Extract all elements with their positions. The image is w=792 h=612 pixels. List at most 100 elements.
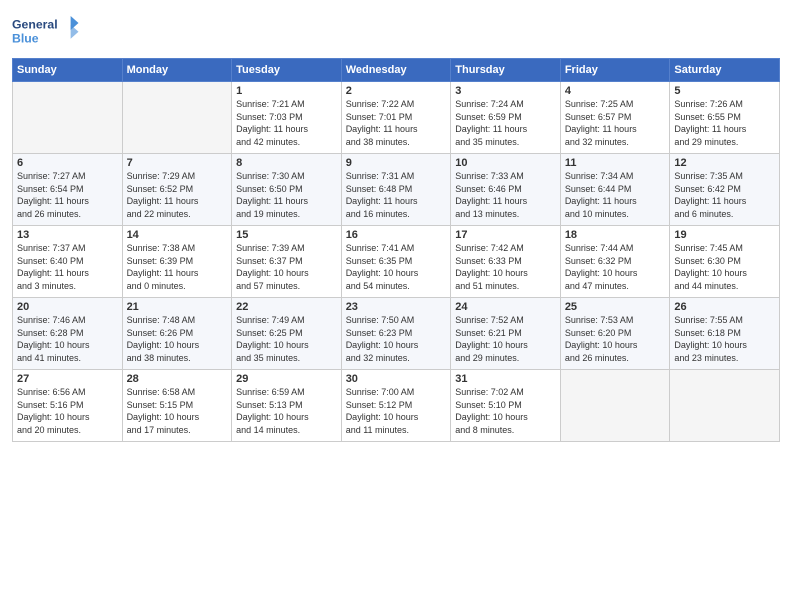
day-info: Sunrise: 7:52 AM Sunset: 6:21 PM Dayligh… xyxy=(455,314,556,364)
svg-text:General: General xyxy=(12,17,58,31)
day-number: 4 xyxy=(565,85,666,97)
day-number: 7 xyxy=(127,157,228,169)
day-info: Sunrise: 7:42 AM Sunset: 6:33 PM Dayligh… xyxy=(455,242,556,292)
day-info: Sunrise: 7:00 AM Sunset: 5:12 PM Dayligh… xyxy=(346,386,447,436)
day-number: 2 xyxy=(346,85,447,97)
day-info: Sunrise: 7:26 AM Sunset: 6:55 PM Dayligh… xyxy=(674,98,775,148)
calendar-cell: 30Sunrise: 7:00 AM Sunset: 5:12 PM Dayli… xyxy=(341,370,451,442)
logo-svg: General Blue xyxy=(12,10,82,50)
day-info: Sunrise: 7:50 AM Sunset: 6:23 PM Dayligh… xyxy=(346,314,447,364)
day-info: Sunrise: 7:24 AM Sunset: 6:59 PM Dayligh… xyxy=(455,98,556,148)
calendar-cell: 16Sunrise: 7:41 AM Sunset: 6:35 PM Dayli… xyxy=(341,226,451,298)
week-row: 6Sunrise: 7:27 AM Sunset: 6:54 PM Daylig… xyxy=(13,154,780,226)
calendar-cell: 13Sunrise: 7:37 AM Sunset: 6:40 PM Dayli… xyxy=(13,226,123,298)
day-number: 9 xyxy=(346,157,447,169)
day-number: 13 xyxy=(17,229,118,241)
day-number: 14 xyxy=(127,229,228,241)
calendar-table: SundayMondayTuesdayWednesdayThursdayFrid… xyxy=(12,58,780,442)
day-info: Sunrise: 7:02 AM Sunset: 5:10 PM Dayligh… xyxy=(455,386,556,436)
day-number: 12 xyxy=(674,157,775,169)
day-info: Sunrise: 7:46 AM Sunset: 6:28 PM Dayligh… xyxy=(17,314,118,364)
day-info: Sunrise: 7:49 AM Sunset: 6:25 PM Dayligh… xyxy=(236,314,337,364)
calendar-cell: 8Sunrise: 7:30 AM Sunset: 6:50 PM Daylig… xyxy=(232,154,342,226)
day-info: Sunrise: 7:37 AM Sunset: 6:40 PM Dayligh… xyxy=(17,242,118,292)
day-info: Sunrise: 6:56 AM Sunset: 5:16 PM Dayligh… xyxy=(17,386,118,436)
calendar-cell: 9Sunrise: 7:31 AM Sunset: 6:48 PM Daylig… xyxy=(341,154,451,226)
calendar-cell: 5Sunrise: 7:26 AM Sunset: 6:55 PM Daylig… xyxy=(670,82,780,154)
day-info: Sunrise: 7:53 AM Sunset: 6:20 PM Dayligh… xyxy=(565,314,666,364)
calendar-cell: 22Sunrise: 7:49 AM Sunset: 6:25 PM Dayli… xyxy=(232,298,342,370)
calendar-cell: 29Sunrise: 6:59 AM Sunset: 5:13 PM Dayli… xyxy=(232,370,342,442)
day-number: 23 xyxy=(346,301,447,313)
day-number: 15 xyxy=(236,229,337,241)
week-row: 20Sunrise: 7:46 AM Sunset: 6:28 PM Dayli… xyxy=(13,298,780,370)
day-header-monday: Monday xyxy=(122,59,232,82)
day-number: 29 xyxy=(236,373,337,385)
header: General Blue xyxy=(12,10,780,50)
day-info: Sunrise: 7:29 AM Sunset: 6:52 PM Dayligh… xyxy=(127,170,228,220)
calendar-cell xyxy=(670,370,780,442)
calendar-cell: 14Sunrise: 7:38 AM Sunset: 6:39 PM Dayli… xyxy=(122,226,232,298)
calendar-cell: 19Sunrise: 7:45 AM Sunset: 6:30 PM Dayli… xyxy=(670,226,780,298)
day-info: Sunrise: 7:41 AM Sunset: 6:35 PM Dayligh… xyxy=(346,242,447,292)
day-number: 18 xyxy=(565,229,666,241)
calendar-cell: 15Sunrise: 7:39 AM Sunset: 6:37 PM Dayli… xyxy=(232,226,342,298)
week-row: 27Sunrise: 6:56 AM Sunset: 5:16 PM Dayli… xyxy=(13,370,780,442)
day-info: Sunrise: 7:45 AM Sunset: 6:30 PM Dayligh… xyxy=(674,242,775,292)
calendar-cell: 10Sunrise: 7:33 AM Sunset: 6:46 PM Dayli… xyxy=(451,154,561,226)
day-number: 24 xyxy=(455,301,556,313)
day-number: 30 xyxy=(346,373,447,385)
day-header-saturday: Saturday xyxy=(670,59,780,82)
calendar-cell: 1Sunrise: 7:21 AM Sunset: 7:03 PM Daylig… xyxy=(232,82,342,154)
calendar-cell: 27Sunrise: 6:56 AM Sunset: 5:16 PM Dayli… xyxy=(13,370,123,442)
calendar-cell: 2Sunrise: 7:22 AM Sunset: 7:01 PM Daylig… xyxy=(341,82,451,154)
day-info: Sunrise: 7:30 AM Sunset: 6:50 PM Dayligh… xyxy=(236,170,337,220)
day-number: 26 xyxy=(674,301,775,313)
calendar-cell: 28Sunrise: 6:58 AM Sunset: 5:15 PM Dayli… xyxy=(122,370,232,442)
calendar-cell: 12Sunrise: 7:35 AM Sunset: 6:42 PM Dayli… xyxy=(670,154,780,226)
day-number: 22 xyxy=(236,301,337,313)
day-info: Sunrise: 7:31 AM Sunset: 6:48 PM Dayligh… xyxy=(346,170,447,220)
calendar-cell: 26Sunrise: 7:55 AM Sunset: 6:18 PM Dayli… xyxy=(670,298,780,370)
calendar-cell: 20Sunrise: 7:46 AM Sunset: 6:28 PM Dayli… xyxy=(13,298,123,370)
calendar-cell xyxy=(560,370,670,442)
day-info: Sunrise: 7:55 AM Sunset: 6:18 PM Dayligh… xyxy=(674,314,775,364)
calendar-cell: 4Sunrise: 7:25 AM Sunset: 6:57 PM Daylig… xyxy=(560,82,670,154)
calendar-cell: 24Sunrise: 7:52 AM Sunset: 6:21 PM Dayli… xyxy=(451,298,561,370)
day-header-friday: Friday xyxy=(560,59,670,82)
day-info: Sunrise: 7:39 AM Sunset: 6:37 PM Dayligh… xyxy=(236,242,337,292)
day-header-wednesday: Wednesday xyxy=(341,59,451,82)
day-info: Sunrise: 7:33 AM Sunset: 6:46 PM Dayligh… xyxy=(455,170,556,220)
header-row: SundayMondayTuesdayWednesdayThursdayFrid… xyxy=(13,59,780,82)
day-number: 10 xyxy=(455,157,556,169)
week-row: 1Sunrise: 7:21 AM Sunset: 7:03 PM Daylig… xyxy=(13,82,780,154)
day-info: Sunrise: 7:22 AM Sunset: 7:01 PM Dayligh… xyxy=(346,98,447,148)
day-number: 27 xyxy=(17,373,118,385)
calendar-cell: 31Sunrise: 7:02 AM Sunset: 5:10 PM Dayli… xyxy=(451,370,561,442)
svg-text:Blue: Blue xyxy=(12,31,39,45)
day-number: 11 xyxy=(565,157,666,169)
day-number: 19 xyxy=(674,229,775,241)
logo: General Blue xyxy=(12,10,82,50)
day-number: 21 xyxy=(127,301,228,313)
day-number: 20 xyxy=(17,301,118,313)
calendar-cell: 17Sunrise: 7:42 AM Sunset: 6:33 PM Dayli… xyxy=(451,226,561,298)
calendar-cell: 7Sunrise: 7:29 AM Sunset: 6:52 PM Daylig… xyxy=(122,154,232,226)
week-row: 13Sunrise: 7:37 AM Sunset: 6:40 PM Dayli… xyxy=(13,226,780,298)
day-info: Sunrise: 7:48 AM Sunset: 6:26 PM Dayligh… xyxy=(127,314,228,364)
day-number: 1 xyxy=(236,85,337,97)
day-number: 25 xyxy=(565,301,666,313)
day-info: Sunrise: 6:58 AM Sunset: 5:15 PM Dayligh… xyxy=(127,386,228,436)
calendar-cell xyxy=(13,82,123,154)
day-header-tuesday: Tuesday xyxy=(232,59,342,82)
calendar-cell: 11Sunrise: 7:34 AM Sunset: 6:44 PM Dayli… xyxy=(560,154,670,226)
day-number: 31 xyxy=(455,373,556,385)
calendar-cell: 6Sunrise: 7:27 AM Sunset: 6:54 PM Daylig… xyxy=(13,154,123,226)
calendar-cell: 21Sunrise: 7:48 AM Sunset: 6:26 PM Dayli… xyxy=(122,298,232,370)
day-info: Sunrise: 7:21 AM Sunset: 7:03 PM Dayligh… xyxy=(236,98,337,148)
day-header-sunday: Sunday xyxy=(13,59,123,82)
calendar-container: General Blue SundayMondayTuesdayWednesda… xyxy=(0,0,792,450)
day-number: 5 xyxy=(674,85,775,97)
day-header-thursday: Thursday xyxy=(451,59,561,82)
day-info: Sunrise: 6:59 AM Sunset: 5:13 PM Dayligh… xyxy=(236,386,337,436)
